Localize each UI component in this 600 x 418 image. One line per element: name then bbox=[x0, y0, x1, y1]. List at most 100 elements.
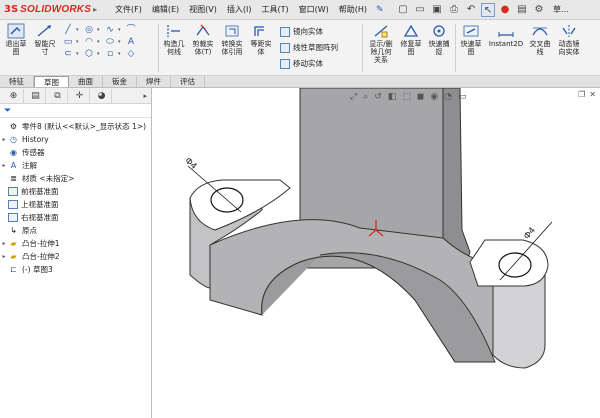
print-icon[interactable]: ⎙ bbox=[447, 3, 461, 17]
convert-entities-button[interactable]: 转换实 体引用 bbox=[219, 23, 245, 56]
construction-geometry-button[interactable]: 构造几 何线 bbox=[161, 23, 187, 56]
tree-item-origin[interactable]: ↳ 原点 bbox=[0, 224, 151, 237]
circle-dropdown-icon[interactable]: ▾ bbox=[97, 27, 102, 33]
line-icon[interactable]: ╱ bbox=[62, 25, 74, 36]
tree-item-top-plane[interactable]: 上视基准面 bbox=[0, 198, 151, 211]
filter-icon[interactable]: ⏷ bbox=[0, 104, 151, 118]
open-icon[interactable]: ▭ bbox=[413, 3, 427, 17]
circle-icon[interactable]: ◎ bbox=[83, 25, 95, 36]
panel-more-icon[interactable]: ▸ bbox=[143, 92, 151, 100]
smart-dimension-button[interactable]: 智能尺 寸 bbox=[32, 23, 58, 56]
new-document-icon[interactable]: ▢ bbox=[396, 3, 410, 17]
move-entities-button[interactable]: 移动实体 bbox=[280, 58, 323, 69]
previous-view-icon[interactable]: ↺ bbox=[374, 92, 382, 102]
tree-item-right-plane[interactable]: 右视基准面 bbox=[0, 211, 151, 224]
rectangle-dropdown-icon[interactable]: ▾ bbox=[76, 39, 81, 45]
quick-snaps-icon bbox=[433, 25, 445, 37]
property-manager-tab-icon[interactable]: ▤ bbox=[26, 88, 46, 103]
select-icon[interactable]: ↖ bbox=[481, 2, 496, 17]
solidworks-logo[interactable]: 3S SOLIDWORKS ▸ bbox=[0, 4, 110, 15]
display-delete-relations-button[interactable]: 显示/删 除几何 关系 bbox=[366, 23, 396, 64]
section-view-icon[interactable]: ◧ bbox=[388, 92, 397, 102]
tree-item-history[interactable]: ▸ ◷ History bbox=[0, 133, 151, 146]
tree-item-material[interactable]: ≣ 材质 <未指定> bbox=[0, 172, 151, 185]
close-icon[interactable]: ✕ bbox=[589, 90, 596, 99]
zoom-area-icon[interactable]: ⌕ bbox=[363, 92, 368, 102]
slot-icon[interactable]: ⊂ bbox=[62, 49, 74, 60]
arc-dropdown-icon[interactable]: ▾ bbox=[97, 39, 102, 45]
offset-entities-button[interactable]: 等距实 体 bbox=[248, 23, 274, 56]
tree-item-annotations[interactable]: ▸ A 注解 bbox=[0, 159, 151, 172]
hide-show-icon[interactable]: ◉ bbox=[430, 92, 438, 102]
tree-item-boss-extrude2[interactable]: ▸ ▰ 凸台-拉伸2 bbox=[0, 250, 151, 263]
spline-icon[interactable]: ∿ bbox=[104, 25, 116, 36]
view-orientation-icon[interactable]: ⬚ bbox=[402, 92, 411, 102]
feature-manager-tab-icon[interactable]: ⊕ bbox=[4, 88, 24, 103]
tab-surfaces[interactable]: 曲面 bbox=[69, 76, 103, 87]
arc-icon[interactable]: ◠ bbox=[83, 37, 95, 48]
text-icon[interactable]: A bbox=[125, 37, 137, 48]
menu-window[interactable]: 窗口(W) bbox=[294, 0, 334, 20]
tab-evaluate[interactable]: 评估 bbox=[171, 76, 205, 87]
expand-icon[interactable]: ▸ bbox=[0, 253, 8, 260]
tree-root[interactable]: ⚙ 零件8 (默认<<默认>_显示状态 1>) bbox=[0, 120, 151, 133]
restore-icon[interactable]: ❐ bbox=[578, 90, 585, 99]
mirror-entities-button[interactable]: 镜向实体 bbox=[280, 26, 323, 37]
save-icon[interactable]: ▣ bbox=[430, 3, 444, 17]
expand-icon[interactable]: ▸ bbox=[0, 162, 8, 169]
dimxpert-tab-icon[interactable]: ✛ bbox=[70, 88, 90, 103]
rapid-sketch-button[interactable]: 快速草 图 bbox=[458, 23, 484, 56]
appearance-icon[interactable]: ◔ bbox=[444, 92, 452, 102]
zoom-to-fit-icon[interactable]: ⤢ bbox=[350, 92, 357, 102]
tab-weldments[interactable]: 焊件 bbox=[137, 76, 171, 87]
sketch-fillet-icon[interactable]: ⌒ bbox=[125, 25, 137, 36]
exit-sketch-button[interactable]: 退出草 图 bbox=[3, 23, 29, 56]
pin-icon[interactable]: ✎ bbox=[376, 5, 390, 15]
rebuild-icon[interactable]: ● bbox=[498, 3, 512, 17]
expand-icon[interactable]: ▸ bbox=[0, 240, 8, 247]
slot-dropdown-icon[interactable]: ▾ bbox=[76, 51, 81, 57]
display-manager-tab-icon[interactable]: ◕ bbox=[92, 88, 112, 103]
tree-item-sensors[interactable]: ◉ 传感器 bbox=[0, 146, 151, 159]
instant2d-button[interactable]: Instant2D bbox=[487, 23, 525, 48]
ds-logo-icon: 3S bbox=[4, 4, 19, 15]
scene-icon[interactable]: ▭ bbox=[458, 92, 467, 102]
menu-file[interactable]: 文件(F) bbox=[110, 0, 147, 20]
tab-features[interactable]: 特征 bbox=[0, 76, 34, 87]
configuration-manager-tab-icon[interactable]: ⧉ bbox=[48, 88, 68, 103]
file-properties-icon[interactable]: ▤ bbox=[515, 3, 529, 17]
dynamic-mirror-button[interactable]: 动态镜 向实体 bbox=[554, 23, 584, 56]
options-gear-icon[interactable]: ⚙ bbox=[532, 3, 546, 17]
repair-sketch-button[interactable]: 修复草 图 bbox=[398, 23, 424, 56]
trim-entities-button[interactable]: 剪裁实 体(T) bbox=[190, 23, 216, 56]
menu-insert[interactable]: 插入(I) bbox=[222, 0, 257, 20]
tree-item-front-plane[interactable]: 前视基准面 bbox=[0, 185, 151, 198]
line-dropdown-icon[interactable]: ▾ bbox=[76, 27, 81, 33]
linear-pattern-button[interactable]: 线性草图阵列 bbox=[280, 42, 338, 53]
menu-view[interactable]: 视图(V) bbox=[184, 0, 222, 20]
polygon-icon[interactable]: ⬡ bbox=[83, 49, 95, 60]
point-icon[interactable]: ▫ bbox=[104, 49, 116, 60]
menu-arrow-icon[interactable]: ▸ bbox=[93, 5, 97, 14]
tab-sheet-metal[interactable]: 钣金 bbox=[103, 76, 137, 87]
ellipse-dropdown-icon[interactable]: ▾ bbox=[118, 39, 123, 45]
ellipse-icon[interactable]: ⬭ bbox=[104, 37, 116, 48]
spline-dropdown-icon[interactable]: ▾ bbox=[118, 27, 123, 33]
plane-tool-icon[interactable]: ◇ bbox=[125, 49, 137, 60]
graphics-area[interactable]: Φ4 Φ4 bbox=[153, 88, 600, 418]
polygon-dropdown-icon[interactable]: ▾ bbox=[97, 51, 102, 57]
undo-icon[interactable]: ↶ bbox=[464, 3, 478, 17]
rectangle-icon[interactable]: ▭ bbox=[62, 37, 74, 48]
display-style-icon[interactable]: ◼ bbox=[417, 92, 424, 102]
menu-help[interactable]: 帮助(H) bbox=[334, 0, 372, 20]
point-dropdown-icon[interactable]: ▾ bbox=[118, 51, 123, 57]
menu-edit[interactable]: 编辑(E) bbox=[147, 0, 184, 20]
tree-item-sketch3[interactable]: ⊏ (-) 草图3 bbox=[0, 263, 151, 276]
expand-icon[interactable]: ▸ bbox=[0, 136, 8, 143]
tree-item-boss-extrude1[interactable]: ▸ ▰ 凸台-拉伸1 bbox=[0, 237, 151, 250]
sketch-entity-tools: ╱ ▾ ◎ ▾ ∿ ▾ ⌒ ▭ ▾ ◠ ▾ ⬭ ▾ A ⊂ ▾ ⬡ ▾ ▫ ▾ ◇ bbox=[62, 24, 137, 60]
tab-sketch[interactable]: 草图 bbox=[34, 76, 69, 87]
intersection-curve-button[interactable]: 交叉曲 线 bbox=[528, 23, 552, 56]
menu-tools[interactable]: 工具(T) bbox=[256, 0, 293, 20]
quick-snaps-button[interactable]: 快速捕 捉 bbox=[426, 23, 452, 56]
